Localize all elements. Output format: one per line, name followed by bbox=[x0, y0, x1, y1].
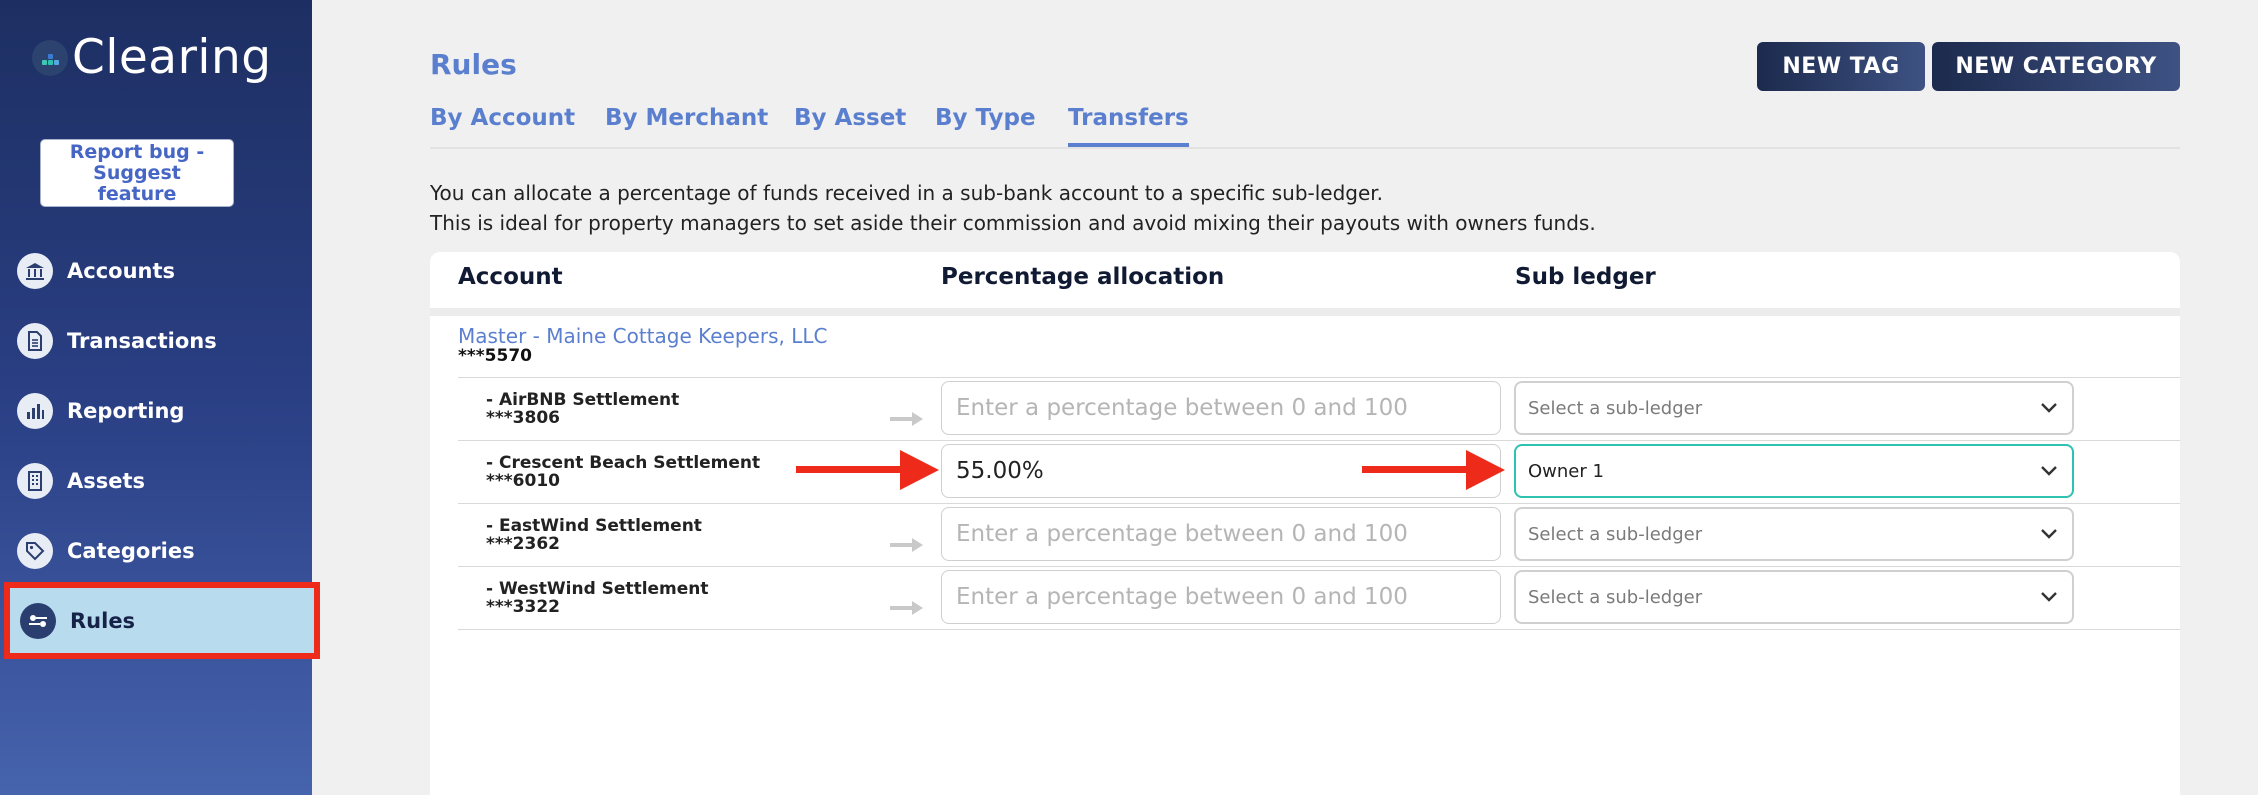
percentage-input[interactable]: Enter a percentage between 0 and 100 bbox=[941, 381, 1501, 435]
sidebar-item-transactions[interactable]: Transactions bbox=[0, 311, 312, 371]
tab-by-merchant[interactable]: By Merchant bbox=[605, 105, 768, 131]
description: You can allocate a percentage of funds r… bbox=[430, 178, 1596, 238]
report-bug-button[interactable]: Report bug - Suggest feature bbox=[40, 139, 234, 207]
transfer-rules-table: Account Percentage allocation Sub ledger… bbox=[430, 252, 2180, 795]
row-divider bbox=[458, 440, 2180, 441]
bar-chart-icon bbox=[17, 393, 53, 429]
arrow-right-icon bbox=[890, 601, 923, 615]
subledger-select[interactable]: Owner 1 bbox=[1514, 444, 2074, 498]
tab-bar: By Account By Merchant By Asset By Type … bbox=[430, 105, 2180, 147]
red-annotation-arrow-icon bbox=[796, 450, 939, 490]
building-icon bbox=[17, 463, 53, 499]
sidebar-item-assets[interactable]: Assets bbox=[0, 451, 312, 511]
sub-account-number: ***3322 bbox=[486, 597, 560, 617]
sidebar-item-label: Reporting bbox=[67, 399, 185, 423]
arrow-right-icon bbox=[890, 538, 923, 552]
tab-by-account[interactable]: By Account bbox=[430, 105, 575, 131]
sub-account-name: - EastWind Settlement bbox=[486, 516, 702, 536]
chevron-down-icon bbox=[2041, 529, 2057, 539]
row-divider bbox=[458, 377, 2180, 378]
master-account-number: ***5570 bbox=[458, 346, 532, 366]
red-annotation-arrow-icon bbox=[1362, 450, 1505, 490]
sub-account-name: - AirBNB Settlement bbox=[486, 390, 680, 410]
subledger-select-value: Select a sub-ledger bbox=[1528, 586, 1703, 608]
row-divider bbox=[458, 503, 2180, 504]
sidebar-item-label: Categories bbox=[67, 539, 195, 563]
new-tag-button[interactable]: NEW TAG bbox=[1757, 42, 1925, 91]
column-header-percentage: Percentage allocation bbox=[941, 264, 1225, 290]
sidebar-item-reporting[interactable]: Reporting bbox=[0, 381, 312, 441]
sidebar-item-label: Assets bbox=[67, 469, 146, 493]
arrow-right-icon bbox=[890, 412, 923, 426]
chevron-down-icon bbox=[2041, 592, 2057, 602]
chevron-down-icon bbox=[2041, 466, 2057, 476]
tab-by-type[interactable]: By Type bbox=[935, 105, 1036, 131]
description-line-2: This is ideal for property managers to s… bbox=[430, 211, 1596, 235]
subledger-select-value: Owner 1 bbox=[1528, 460, 1604, 482]
bank-icon bbox=[17, 253, 53, 289]
master-account-name: Master - Maine Cottage Keepers, LLC bbox=[458, 324, 828, 348]
clearing-logo-icon bbox=[32, 39, 68, 76]
sidebar-item-label: Transactions bbox=[67, 329, 217, 353]
subledger-select[interactable]: Select a sub-ledger bbox=[1514, 570, 2074, 624]
subledger-select[interactable]: Select a sub-ledger bbox=[1514, 381, 2074, 435]
subledger-select-value: Select a sub-ledger bbox=[1528, 397, 1703, 419]
sidebar-item-accounts[interactable]: Accounts bbox=[0, 241, 312, 301]
page-title: Rules bbox=[430, 48, 517, 81]
percentage-input[interactable]: Enter a percentage between 0 and 100 bbox=[941, 507, 1501, 561]
description-line-1: You can allocate a percentage of funds r… bbox=[430, 181, 1384, 205]
subledger-select[interactable]: Select a sub-ledger bbox=[1514, 507, 2074, 561]
column-header-subledger: Sub ledger bbox=[1515, 264, 1656, 290]
chevron-down-icon bbox=[2041, 403, 2057, 413]
sidebar-item-categories[interactable]: Categories bbox=[0, 521, 312, 581]
percentage-input[interactable]: Enter a percentage between 0 and 100 bbox=[941, 570, 1501, 624]
sidebar-item-rules[interactable]: Rules bbox=[4, 582, 320, 659]
sub-account-name: - WestWind Settlement bbox=[486, 579, 709, 599]
sub-account-number: ***6010 bbox=[486, 471, 560, 491]
table-header: Account Percentage allocation Sub ledger bbox=[430, 252, 2180, 316]
document-icon bbox=[17, 323, 53, 359]
tag-icon bbox=[17, 533, 53, 569]
row-divider bbox=[458, 566, 2180, 567]
row-divider bbox=[458, 629, 2180, 630]
new-category-button[interactable]: NEW CATEGORY bbox=[1932, 42, 2180, 91]
sub-account-number: ***2362 bbox=[486, 534, 560, 554]
brand-name: Clearing bbox=[72, 30, 272, 85]
brand-logo[interactable]: Clearing bbox=[32, 30, 272, 85]
tab-by-asset[interactable]: By Asset bbox=[794, 105, 906, 131]
sub-account-name: - Crescent Beach Settlement bbox=[486, 453, 761, 473]
sidebar: Clearing Report bug - Suggest feature Ac… bbox=[0, 0, 320, 795]
rules-icon bbox=[20, 602, 56, 639]
tabs-divider bbox=[430, 147, 2180, 149]
column-header-account: Account bbox=[458, 264, 563, 290]
subledger-select-value: Select a sub-ledger bbox=[1528, 523, 1703, 545]
sidebar-item-label: Accounts bbox=[67, 259, 176, 283]
sidebar-item-label: Rules bbox=[70, 608, 136, 633]
tab-transfers[interactable]: Transfers bbox=[1068, 105, 1189, 147]
sub-account-number: ***3806 bbox=[486, 408, 560, 428]
